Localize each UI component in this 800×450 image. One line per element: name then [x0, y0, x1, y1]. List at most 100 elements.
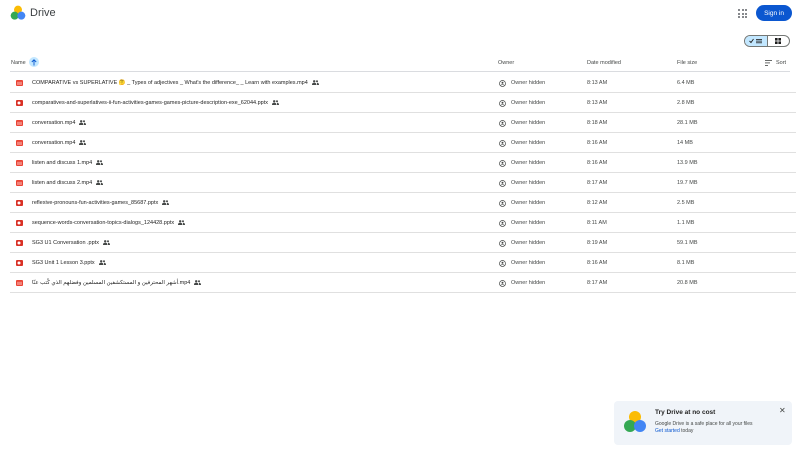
file-row[interactable]: sequence-words-conversation-topics-dialo…	[10, 213, 796, 233]
slides-file-icon	[16, 100, 23, 106]
drive-logo-icon[interactable]	[10, 5, 26, 21]
file-name-text: أشهر المحترفين و المستكشفين المسلمين وفض…	[32, 280, 191, 286]
date-column-header[interactable]: Date modified	[587, 60, 621, 66]
file-row[interactable]: listen and discuss 2.mp4 Owner hidden 8:17…	[10, 173, 796, 193]
promo-description: Google Drive is a safe place for all you…	[655, 421, 753, 427]
file-date: 8:12 AM	[587, 200, 608, 206]
owner-avatar-icon	[499, 139, 506, 149]
file-name[interactable]: sequence-words-conversation-topics-dialo…	[32, 220, 186, 227]
file-owner: Owner hidden	[511, 120, 546, 126]
file-size: 2.5 MB	[677, 200, 695, 206]
file-name-text: conversation.mp4	[32, 120, 76, 126]
video-file-icon	[16, 80, 23, 86]
size-column-header[interactable]: File size	[677, 60, 697, 66]
owner-avatar-icon	[499, 239, 506, 249]
shared-icon	[79, 140, 87, 147]
promo-cta: Get started today	[655, 428, 693, 434]
sort-ascending-icon[interactable]	[29, 57, 39, 67]
slides-file-icon	[16, 200, 23, 206]
owner-avatar-icon	[499, 219, 506, 229]
file-owner: Owner hidden	[511, 260, 546, 266]
sign-in-button[interactable]: Sign in	[756, 5, 792, 21]
apps-grid-icon[interactable]	[738, 9, 747, 18]
get-started-link[interactable]: Get started	[655, 428, 680, 434]
file-date: 8:16 AM	[587, 140, 608, 146]
sort-button[interactable]: Sort	[776, 60, 786, 66]
video-file-icon	[16, 160, 23, 166]
file-row[interactable]: conversation.mp4 Owner hidden 8:18 AM 28.1 …	[10, 113, 796, 133]
file-size: 19.7 MB	[677, 180, 698, 186]
file-owner: Owner hidden	[511, 80, 546, 86]
check-list-icon	[748, 38, 762, 44]
shared-icon	[102, 240, 110, 247]
file-name[interactable]: comparatives-and-superlatives-ii-fun-act…	[32, 100, 279, 107]
shared-icon	[96, 180, 104, 187]
file-row[interactable]: أشهر المحترفين و المستكشفين المسلمين وفض…	[10, 273, 796, 293]
promo-cta-suffix: today	[679, 428, 694, 434]
file-row[interactable]: SG3 U1 Conversation .pptx Owner hidden 8:1…	[10, 233, 796, 253]
file-owner: Owner hidden	[511, 180, 546, 186]
shared-icon	[96, 160, 104, 167]
close-icon[interactable]: ✕	[779, 406, 786, 415]
file-date: 8:18 AM	[587, 120, 608, 126]
file-size: 20.8 MB	[677, 280, 698, 286]
file-name[interactable]: listen and discuss 2.mp4	[32, 180, 104, 187]
file-name[interactable]: conversation.mp4	[32, 140, 87, 147]
shared-icon	[311, 80, 319, 87]
name-column-header[interactable]: Name	[11, 60, 26, 66]
file-name-text: SG3 U1 Conversation .pptx	[32, 240, 99, 246]
file-row[interactable]: reflexive-pronouns-fun-activities-games_…	[10, 193, 796, 213]
file-owner: Owner hidden	[511, 140, 546, 146]
slides-file-icon	[16, 260, 23, 266]
grid-icon	[775, 38, 782, 44]
shared-icon	[162, 200, 170, 207]
file-row[interactable]: conversation.mp4 Owner hidden 8:16 AM 14 MB	[10, 133, 796, 153]
shared-icon	[98, 260, 106, 267]
video-file-icon	[16, 280, 23, 286]
app-title[interactable]: Drive	[30, 7, 56, 19]
owner-column-header: Owner	[498, 60, 515, 66]
file-size: 6.4 MB	[677, 80, 695, 86]
file-name-text: listen and discuss 1.mp4	[32, 160, 93, 166]
file-name-text: sequence-words-conversation-topics-dialo…	[32, 220, 175, 226]
file-date: 8:17 AM	[587, 180, 608, 186]
file-size: 59.1 MB	[677, 240, 698, 246]
promo-card: Try Drive at no cost Google Drive is a s…	[614, 401, 792, 445]
file-row[interactable]: COMPARATIVE vs SUPERLATIVE 🤔 _ Types of …	[10, 73, 796, 93]
file-size: 13.9 MB	[677, 160, 698, 166]
file-date: 8:16 AM	[587, 260, 608, 266]
grid-view-button[interactable]	[766, 36, 790, 46]
file-row[interactable]: SG3 Unit 1 Lesson 3.pptx Owner hidden 8:16…	[10, 253, 796, 273]
file-list: COMPARATIVE vs SUPERLATIVE 🤔 _ Types of …	[10, 73, 796, 293]
owner-avatar-icon	[499, 279, 506, 289]
file-name[interactable]: أشهر المحترفين و المستكشفين المسلمين وفض…	[32, 280, 202, 287]
promo-title: Try Drive at no cost	[655, 409, 716, 416]
owner-avatar-icon	[499, 99, 506, 109]
file-name[interactable]: listen and discuss 1.mp4	[32, 160, 104, 167]
file-date: 8:16 AM	[587, 160, 608, 166]
file-row[interactable]: comparatives-and-superlatives-ii-fun-act…	[10, 93, 796, 113]
file-date: 8:11 AM	[587, 220, 607, 226]
file-name[interactable]: conversation.mp4	[32, 120, 87, 127]
video-file-icon	[16, 180, 23, 186]
file-name-text: SG3 Unit 1 Lesson 3.pptx	[32, 260, 95, 266]
column-headers: Name Owner Date modified File size Sort	[10, 55, 790, 72]
file-owner: Owner hidden	[511, 220, 546, 226]
file-date: 8:13 AM	[587, 100, 608, 106]
slides-file-icon	[16, 220, 23, 226]
file-name[interactable]: reflexive-pronouns-fun-activities-games_…	[32, 200, 170, 207]
file-name[interactable]: SG3 U1 Conversation .pptx	[32, 240, 110, 247]
file-size: 28.1 MB	[677, 120, 698, 126]
shared-icon	[178, 220, 186, 227]
owner-avatar-icon	[499, 259, 506, 269]
file-name[interactable]: COMPARATIVE vs SUPERLATIVE 🤔 _ Types of …	[32, 80, 319, 87]
file-name-text: conversation.mp4	[32, 140, 76, 146]
file-owner: Owner hidden	[511, 280, 546, 286]
file-row[interactable]: listen and discuss 1.mp4 Owner hidden 8:16…	[10, 153, 796, 173]
list-view-button[interactable]	[745, 36, 767, 46]
file-name[interactable]: SG3 Unit 1 Lesson 3.pptx	[32, 260, 106, 267]
owner-avatar-icon	[499, 179, 506, 189]
file-size: 2.8 MB	[677, 100, 695, 106]
sort-icon[interactable]	[765, 60, 772, 66]
file-owner: Owner hidden	[511, 160, 546, 166]
